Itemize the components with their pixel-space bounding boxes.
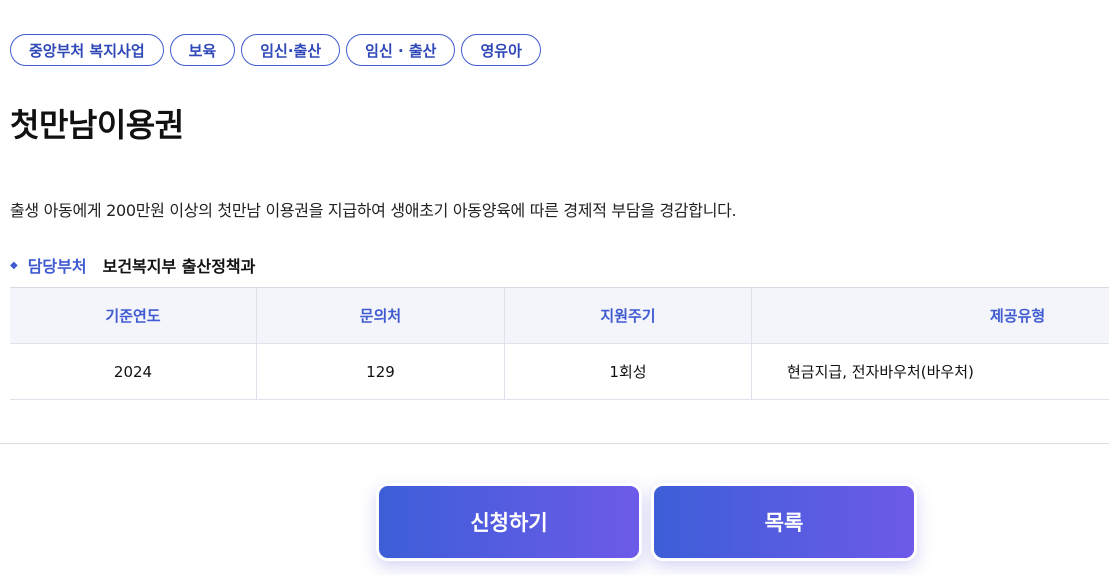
table-header-row: 기준연도 문의처 지원주기 제공유형 [10, 288, 1109, 344]
apply-button[interactable]: 신청하기 [376, 483, 642, 561]
header-support-cycle: 지원주기 [505, 288, 752, 343]
header-contact: 문의처 [257, 288, 505, 343]
category-tags: 중앙부처 복지사업 보육 임신·출산 임신 · 출산 영유아 [10, 34, 541, 66]
department-label: 담당부처 [27, 257, 87, 276]
cell-base-year: 2024 [10, 344, 257, 399]
header-provision-type: 제공유형 [990, 307, 1046, 325]
page-title: 첫만남이용권 [10, 106, 184, 144]
info-table: 기준연도 문의처 지원주기 제공유형 2024 129 1회성 현금지급, 전자… [10, 287, 1109, 400]
diamond-bullet-icon: ◆ [10, 259, 18, 271]
list-button[interactable]: 목록 [651, 483, 917, 561]
section-divider [0, 443, 1109, 444]
tag-childcare[interactable]: 보육 [169, 34, 236, 66]
tag-central-welfare[interactable]: 중앙부처 복지사업 [10, 34, 164, 66]
tag-pregnancy-birth-alt[interactable]: 임신 · 출산 [346, 34, 456, 66]
cell-contact: 129 [257, 344, 505, 399]
department-info: ◆ 담당부처 보건복지부 출산정책과 [10, 253, 255, 277]
service-description: 출생 아동에게 200만원 이상의 첫만남 이용권을 지급하여 생애초기 아동양… [10, 201, 737, 220]
tag-pregnancy-birth[interactable]: 임신·출산 [241, 34, 341, 66]
table-row: 2024 129 1회성 현금지급, 전자바우처(바우처) [10, 344, 1109, 400]
department-value: 보건복지부 출산정책과 [102, 257, 256, 276]
cell-provision-type: 현금지급, 전자바우처(바우처) [787, 363, 974, 381]
header-base-year: 기준연도 [10, 288, 257, 343]
tag-infant[interactable]: 영유아 [461, 34, 541, 66]
cell-support-cycle: 1회성 [505, 344, 752, 399]
